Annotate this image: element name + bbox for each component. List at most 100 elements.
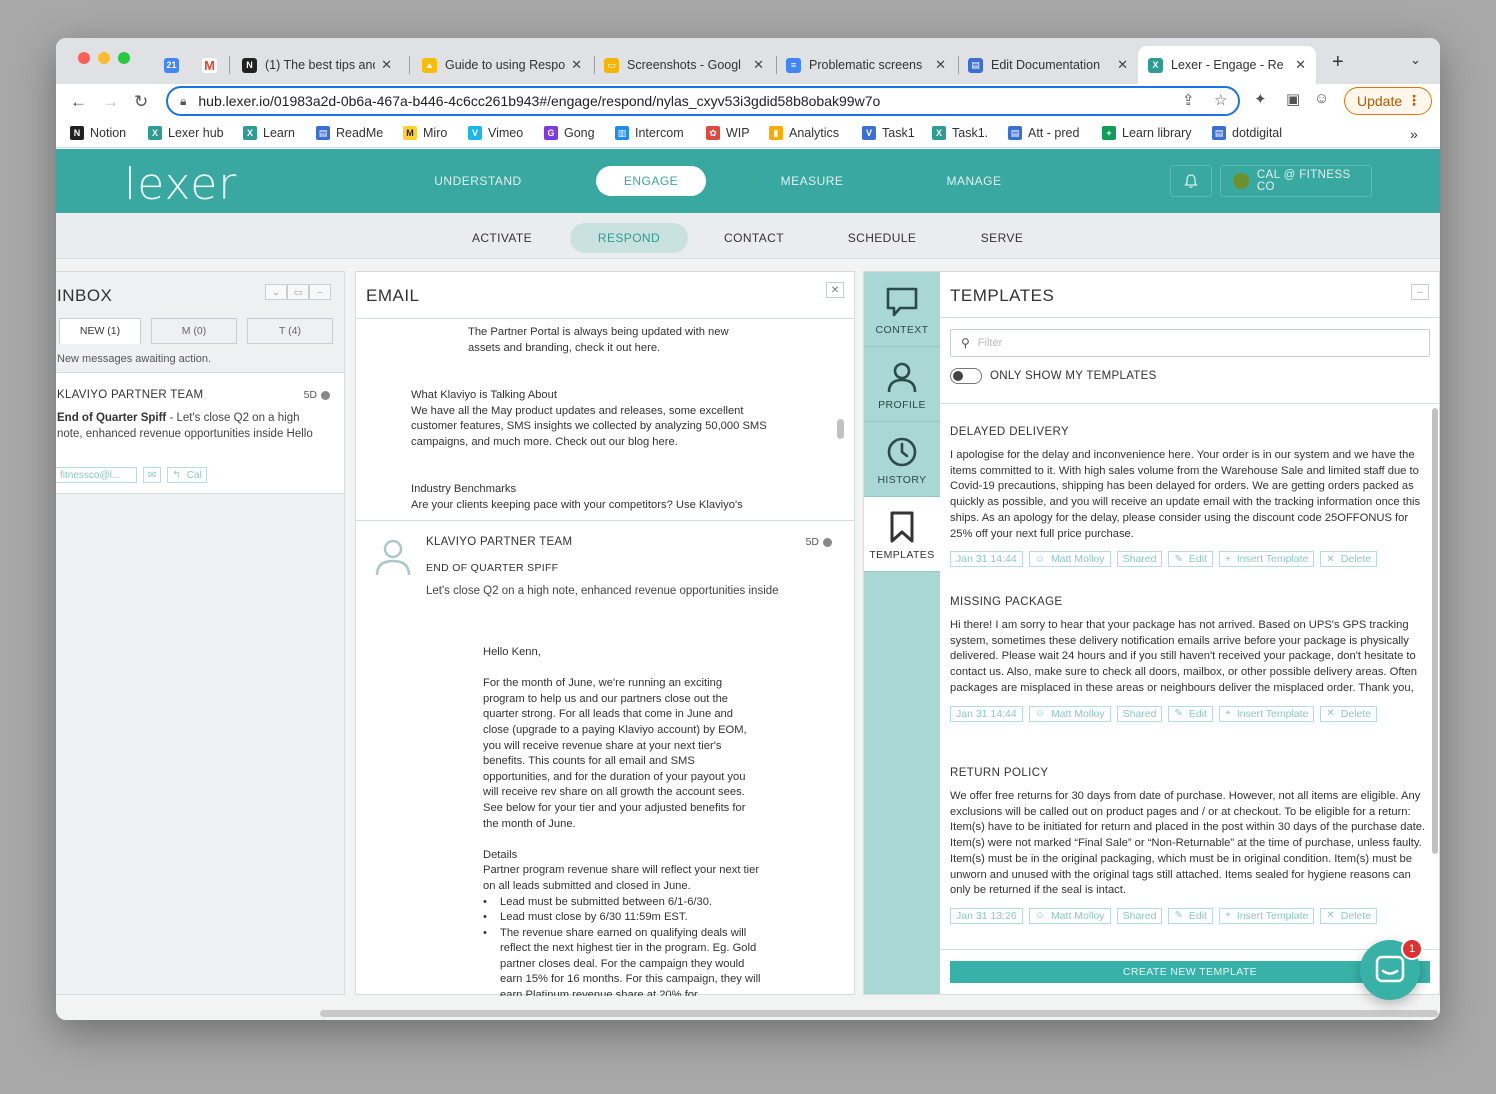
context-sidebar: CONTEXT PROFILE HISTORY TEMPLATES <box>864 272 940 994</box>
list-item: Lead must be submitted between 6/1-6/30. <box>483 895 761 911</box>
close-icon[interactable]: ✕ <box>1117 57 1128 73</box>
delete-button[interactable]: ✕ Delete <box>1320 705 1378 722</box>
sidebar-item-context[interactable]: CONTEXT <box>864 272 940 347</box>
delete-button[interactable]: ✕ Delete <box>1320 907 1378 924</box>
subnav-respond[interactable]: RESPOND <box>570 223 688 253</box>
create-new-template-button[interactable]: CREATE NEW TEMPLATE <box>950 961 1430 983</box>
tab-screenshots[interactable]: ▭ Screenshots - Googl ✕ <box>594 46 774 84</box>
chevron-right-icon[interactable]: » <box>1410 126 1418 142</box>
email-thread-preview[interactable]: The Partner Portal is always being updat… <box>356 318 854 520</box>
star-icon[interactable]: ☆ <box>1214 91 1227 109</box>
lexer-logo[interactable]: lexer <box>124 159 237 210</box>
lexer-icon: X <box>148 126 162 140</box>
bookmark-vimeo[interactable]: V Vimeo <box>468 126 523 140</box>
sidebar-item-history[interactable]: HISTORY <box>864 422 940 497</box>
minimize-icon[interactable]: – <box>1411 284 1429 300</box>
address-bar[interactable]: 🔒︎ hub.lexer.io/01983a2d-0b6a-467a-b446-… <box>166 86 1240 116</box>
delete-button[interactable]: ✕ Delete <box>1320 551 1378 568</box>
tab-guide[interactable]: ▲ Guide to using Respo ✕ <box>412 46 592 84</box>
bookmark-dotdigital[interactable]: ▤ dotdigital <box>1212 126 1282 140</box>
new-tab-button[interactable]: + <box>1332 51 1344 74</box>
bookmark-att-pred[interactable]: ▤ Att - pred <box>1008 126 1079 140</box>
bookmark-task1-dot[interactable]: X Task1. <box>932 126 988 140</box>
subnav-serve[interactable]: SERVE <box>956 223 1048 253</box>
bookmark-task1[interactable]: V Task1 <box>862 126 915 140</box>
bookmark-wip[interactable]: ✿ WIP <box>706 126 750 140</box>
sidebar-item-templates[interactable]: TEMPLATES <box>864 497 940 572</box>
envelope-icon[interactable]: ✉ <box>143 467 162 483</box>
update-button[interactable]: Update ⋮ <box>1344 87 1432 115</box>
close-icon[interactable]: ✕ <box>381 57 392 73</box>
tab-problematic[interactable]: ≡ Problematic screens ✕ <box>776 46 956 84</box>
only-my-templates-toggle[interactable] <box>950 368 982 384</box>
bookmark-gong[interactable]: G Gong <box>544 126 595 140</box>
edit-button[interactable]: ✎ Edit <box>1168 551 1213 568</box>
bookmark-readme[interactable]: ▤ ReadMe <box>316 126 383 140</box>
sidebar-icon[interactable]: ▣ <box>1286 90 1300 108</box>
bookmarks-bar: N Notion X Lexer hub X Learn ▤ ReadMe M Miro … <box>56 120 1440 148</box>
insert-template-button[interactable]: + Insert Template <box>1218 705 1315 722</box>
tab-notion[interactable]: N (1) The best tips and ✕ <box>232 46 402 84</box>
subnav-schedule[interactable]: SCHEDULE <box>832 223 932 253</box>
analytics-icon: ▮ <box>769 126 783 140</box>
channel-chip[interactable]: fitnessco@l... <box>56 467 137 483</box>
tab-mine[interactable]: M (0) <box>151 318 237 344</box>
notifications-button[interactable] <box>1170 165 1212 197</box>
close-icon[interactable]: ✕ <box>1295 57 1306 73</box>
nav-engage[interactable]: ENGAGE <box>596 166 706 196</box>
vimeo-icon: V <box>862 126 876 140</box>
assignee-chip[interactable]: ↰ Cal <box>167 467 207 483</box>
filter-icon[interactable]: ▭ <box>287 284 309 300</box>
nav-understand[interactable]: UNDERSTAND <box>420 166 536 196</box>
subnav-activate[interactable]: ACTIVATE <box>456 223 548 253</box>
edit-button[interactable]: ✎ Edit <box>1168 705 1213 722</box>
calendar-icon: 21 <box>164 57 179 73</box>
scrollbar[interactable] <box>837 419 844 439</box>
close-window-button[interactable] <box>78 52 90 64</box>
tab-edit-documentation[interactable]: ▤ Edit Documentation ✕ <box>958 46 1138 84</box>
tab-lexer[interactable]: X Lexer - Engage - Re ✕ <box>1138 46 1316 84</box>
minimize-window-button[interactable] <box>98 52 110 64</box>
sidebar-item-profile[interactable]: PROFILE <box>864 347 940 422</box>
close-icon[interactable]: ✕ <box>571 57 582 73</box>
horizontal-scrollbar[interactable] <box>320 1010 1438 1017</box>
scrollbar[interactable] <box>1432 408 1438 854</box>
list-item: Lead must close by 6/30 11:59m EST. <box>483 910 761 926</box>
minimize-icon[interactable]: – <box>309 284 331 300</box>
bookmark-lexer-hub[interactable]: X Lexer hub <box>148 126 224 140</box>
profile-icon[interactable]: ☺ <box>1314 90 1329 107</box>
tab-team[interactable]: T (4) <box>247 318 333 344</box>
bookmark-learn[interactable]: X Learn <box>243 126 295 140</box>
edit-button[interactable]: ✎ Edit <box>1168 907 1213 924</box>
nav-manage[interactable]: MANAGE <box>924 166 1024 196</box>
bookmark-intercom[interactable]: ▥ Intercom <box>615 126 684 140</box>
close-icon[interactable]: ✕ <box>826 282 844 298</box>
account-menu[interactable]: CAL @ FITNESS CO <box>1220 165 1372 197</box>
insert-template-button[interactable]: + Insert Template <box>1218 907 1315 924</box>
bookmark-notion[interactable]: N Notion <box>70 126 126 140</box>
tab-new[interactable]: NEW (1) <box>59 318 141 344</box>
list-item[interactable]: KLAVIYO PARTNER TEAM 5D End of Quarter S… <box>56 372 344 494</box>
tab-calendar[interactable]: 21 <box>154 46 184 84</box>
filter-input[interactable]: ⚲ Filter <box>950 329 1430 357</box>
extensions-icon[interactable]: ✦ <box>1254 90 1267 108</box>
chevron-down-icon[interactable]: ⌄ <box>265 284 287 300</box>
subnav-contact[interactable]: CONTACT <box>706 223 802 253</box>
bookmark-miro[interactable]: M Miro <box>403 126 447 140</box>
forward-icon[interactable]: → <box>102 92 119 112</box>
miro-icon: M <box>403 126 417 140</box>
close-icon[interactable]: ✕ <box>753 57 764 73</box>
bookmark-learn-library[interactable]: + Learn library <box>1102 126 1191 140</box>
insert-template-button[interactable]: + Insert Template <box>1218 551 1315 568</box>
tab-gmail[interactable]: M <box>192 46 226 84</box>
bookmark-analytics[interactable]: ▮ Analytics <box>769 126 839 140</box>
reload-icon[interactable]: ↻ <box>134 92 148 112</box>
back-icon[interactable]: ← <box>70 92 87 112</box>
age-text: 5D <box>805 536 819 548</box>
chevron-down-icon[interactable]: ⌄ <box>1410 52 1421 68</box>
email-paragraph: What Klaviyo is Talking About We have al… <box>411 389 767 448</box>
nav-measure[interactable]: MEASURE <box>762 166 862 196</box>
close-icon[interactable]: ✕ <box>935 57 946 73</box>
share-icon[interactable]: ⇪ <box>1182 91 1195 109</box>
maximize-window-button[interactable] <box>118 52 130 64</box>
